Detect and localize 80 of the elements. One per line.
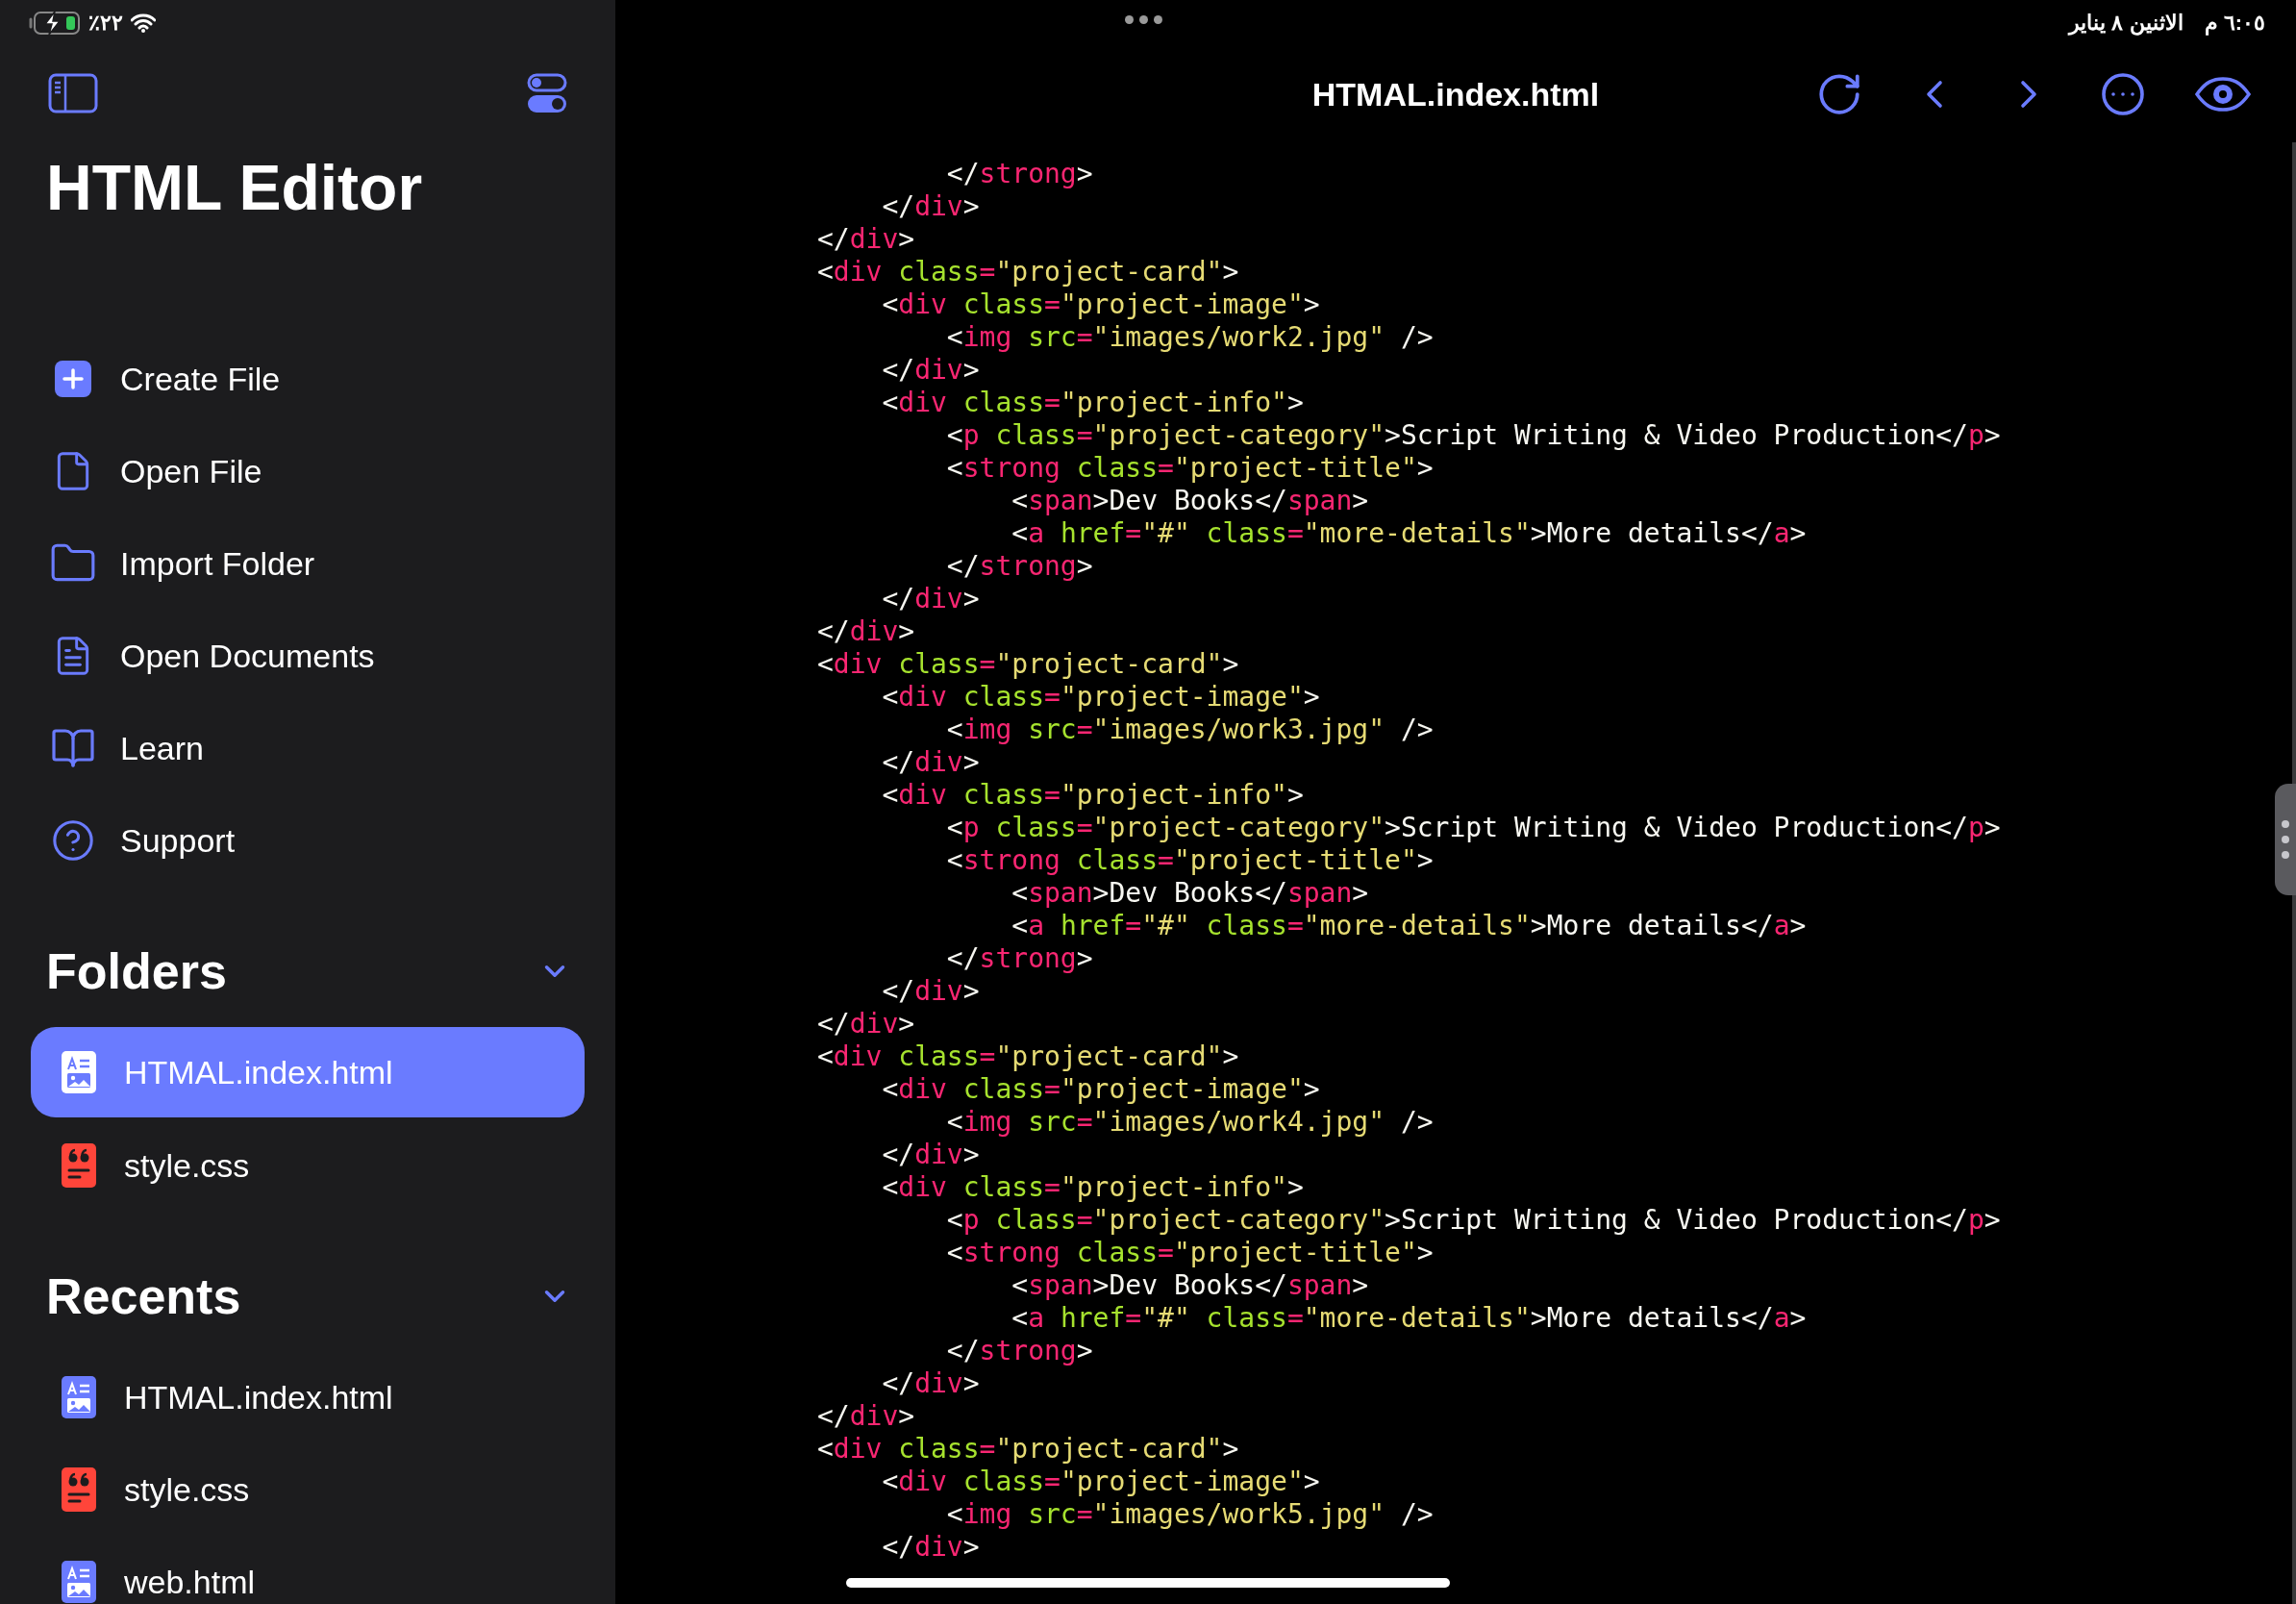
code-line: <div class="project-card">: [817, 648, 1239, 681]
code-line: <a href="#" class="more-details">More details</a>: [1011, 910, 1807, 942]
more-button[interactable]: [2100, 70, 2146, 118]
code-line: <p class="project-category">Script Writing & Video Production</p>: [945, 812, 2001, 844]
code-line: </div>: [881, 354, 980, 387]
menu-item[interactable]: Open File: [0, 425, 615, 517]
app-title: HTML Editor: [46, 151, 424, 225]
eye-icon: [2194, 76, 2252, 113]
html-file-icon: [62, 1051, 96, 1093]
code-line: <strong class="project-title">: [945, 452, 1434, 485]
code-line: <div class="project-image">: [881, 288, 1320, 321]
section-title: Folders: [46, 942, 227, 1000]
menu-item[interactable]: Import Folder: [0, 517, 615, 610]
sidebar-toggle-button[interactable]: [48, 73, 98, 113]
code-line: </div>: [881, 190, 980, 223]
code-line: <span>Dev Books</span>: [1011, 1269, 1369, 1302]
code-line: </div>: [817, 223, 915, 256]
toggles-icon: [527, 73, 567, 113]
file-item[interactable]: web.html: [31, 1536, 585, 1604]
code-line: </div>: [881, 975, 980, 1008]
css-file-icon: [62, 1143, 96, 1188]
code-line: <div class="project-image">: [881, 681, 1320, 714]
status-time: ٦:٠٥ م: [2204, 11, 2265, 36]
wifi-icon: [131, 13, 156, 33]
code-line: <strong class="project-title">: [945, 844, 1434, 877]
code-line: </div>: [881, 1139, 980, 1171]
code-line: <img src="images/work2.jpg" />: [945, 321, 1434, 354]
code-line: </div>: [817, 1400, 915, 1433]
sidebar-icon: [48, 73, 98, 113]
settings-button[interactable]: [527, 73, 567, 113]
scrollbar[interactable]: [2292, 142, 2296, 1604]
multitasking-dots[interactable]: [1125, 15, 1162, 24]
css-file-icon: [62, 1467, 96, 1512]
code-line: </div>: [817, 615, 915, 648]
code-line: <div class="project-info">: [881, 387, 1304, 419]
code-line: </strong>: [945, 1335, 1093, 1367]
menu-item[interactable]: Open Documents: [0, 610, 615, 702]
code-line: <div class="project-card">: [817, 1040, 1239, 1073]
code-line: </div>: [881, 583, 980, 615]
file-item[interactable]: style.css: [31, 1119, 585, 1212]
more-icon: [2100, 71, 2146, 117]
code-line: <div class="project-card">: [817, 1433, 1239, 1466]
code-line: <p class="project-category">Script Writing & Video Production</p>: [945, 419, 2001, 452]
plus-icon: [54, 360, 92, 398]
code-line: <div class="project-card">: [817, 256, 1239, 288]
code-line: </strong>: [945, 942, 1093, 975]
code-line: <div class="project-image">: [881, 1466, 1320, 1498]
battery-icon: [29, 11, 81, 36]
status-date: الاثنين ٨ يناير: [2069, 11, 2184, 36]
file-title: HTMAL.index.html: [1311, 75, 1600, 113]
file-item[interactable]: HTMAL.index.html: [31, 1351, 585, 1443]
code-line: <p class="project-category">Script Writing & Video Production</p>: [945, 1204, 2001, 1237]
code-line: <a href="#" class="more-details">More details</a>: [1011, 1302, 1807, 1335]
code-line: <div class="project-image">: [881, 1073, 1320, 1106]
code-line: <span>Dev Books</span>: [1011, 877, 1369, 910]
code-line: <div class="project-info">: [881, 1171, 1304, 1204]
file-item[interactable]: style.css: [31, 1443, 585, 1536]
code-line: </div>: [881, 1367, 980, 1400]
code-line: <img src="images/work4.jpg" />: [945, 1106, 1434, 1139]
code-line: </div>: [881, 746, 980, 779]
menu-item[interactable]: Create File: [0, 333, 615, 425]
menu-item[interactable]: Support: [0, 794, 615, 887]
side-handle[interactable]: [2275, 784, 2296, 895]
section-title: Recents: [46, 1267, 241, 1325]
code-line: <a href="#" class="more-details">More details</a>: [1011, 517, 1807, 550]
code-line: <img src="images/work5.jpg" />: [945, 1498, 1434, 1531]
html-file-icon: [62, 1376, 96, 1418]
code-line: <span>Dev Books</span>: [1011, 485, 1369, 517]
code-line: </div>: [881, 1531, 980, 1564]
menu-item[interactable]: Learn: [0, 702, 615, 794]
code-line: </div>: [817, 1008, 915, 1040]
html-file-icon: [62, 1561, 96, 1603]
battery-percentage: ٢٢٪: [88, 11, 123, 36]
code-line: <strong class="project-title">: [945, 1237, 1434, 1269]
file-item[interactable]: HTMAL.index.html: [31, 1027, 585, 1117]
code-line: </strong>: [945, 158, 1093, 190]
code-line: <div class="project-info">: [881, 779, 1304, 812]
code-line: </strong>: [945, 550, 1093, 583]
code-line: <img src="images/work3.jpg" />: [945, 714, 1434, 746]
help-icon: [51, 818, 95, 863]
